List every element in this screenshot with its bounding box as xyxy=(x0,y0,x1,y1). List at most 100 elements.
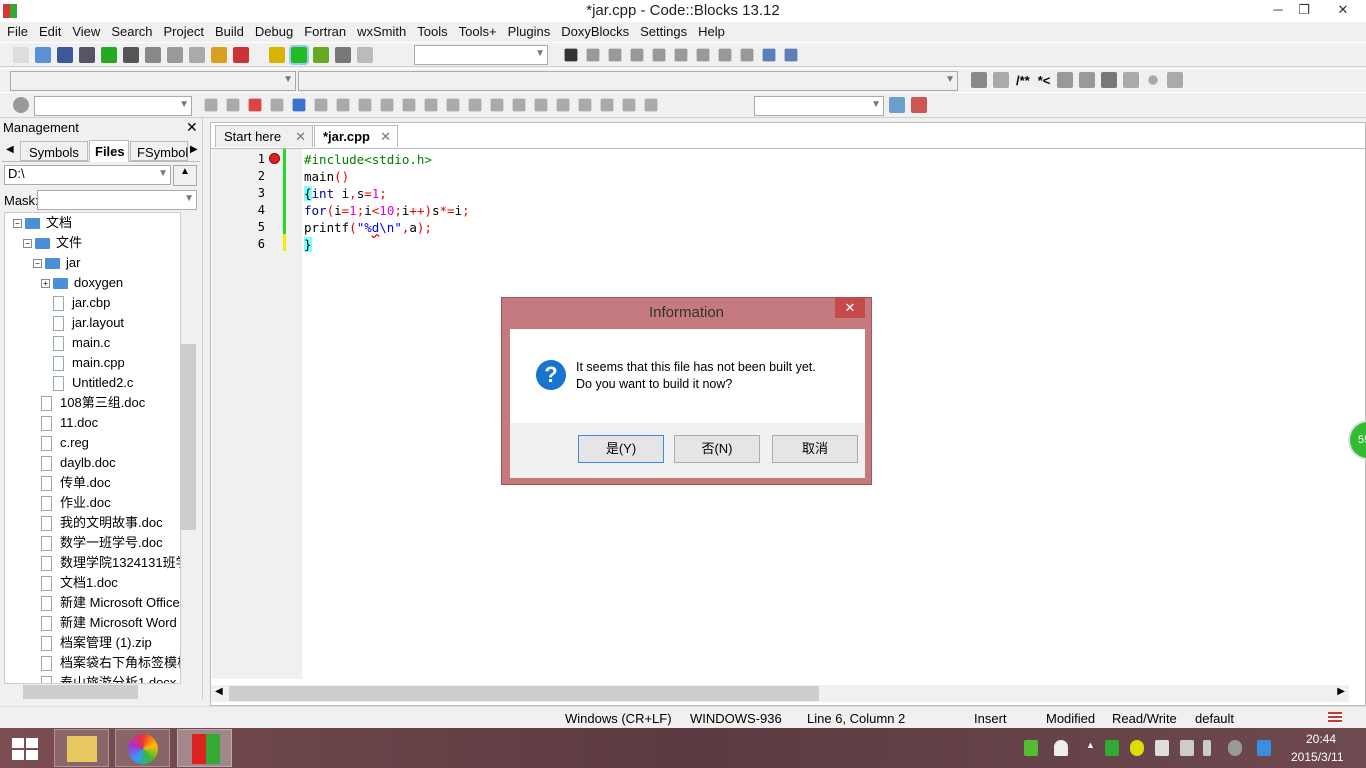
code-line-4[interactable]: for(i=1;i<10;i++)s*=i; xyxy=(304,202,470,219)
tree-item[interactable]: − jar xyxy=(33,253,80,273)
taskbar-file-explorer[interactable] xyxy=(54,729,109,767)
code-line-1[interactable]: #include<stdio.h> xyxy=(304,151,432,168)
text-image-icon[interactable] xyxy=(402,98,416,112)
rebuild-icon[interactable] xyxy=(335,47,351,63)
tab-files[interactable]: Files xyxy=(89,140,129,162)
build-target-select[interactable]: ▼ xyxy=(414,45,548,65)
zoom-out-icon[interactable] xyxy=(600,98,614,112)
shape-2-icon[interactable] xyxy=(534,98,548,112)
h-scrollbar-thumb[interactable] xyxy=(229,686,819,701)
layout-3-icon[interactable] xyxy=(468,98,482,112)
app-tray-icon[interactable] xyxy=(1257,740,1271,756)
menu-settings[interactable]: Settings xyxy=(636,22,694,42)
menu-edit[interactable]: Edit xyxy=(35,22,68,42)
menu-doxyblocks[interactable]: DoxyBlocks xyxy=(557,22,636,42)
tree-item[interactable]: 作业.doc xyxy=(41,493,111,513)
run-chm-icon[interactable] xyxy=(1079,72,1096,88)
code-line-5[interactable]: printf("%d\n",a); xyxy=(304,219,432,236)
tab-fsymbols[interactable]: FSymbol xyxy=(130,141,188,161)
selected-text-icon[interactable] xyxy=(270,98,284,112)
minimize-button[interactable]: ─ xyxy=(1264,0,1292,22)
config-icon[interactable] xyxy=(1101,72,1118,88)
new-file-icon[interactable] xyxy=(13,47,29,63)
clear-search-icon[interactable] xyxy=(13,97,29,113)
tree-item[interactable]: main.cpp xyxy=(53,353,125,373)
regex-icon[interactable] xyxy=(314,98,328,112)
next-line-icon[interactable] xyxy=(608,48,622,62)
dialog-close-button[interactable]: ✕ xyxy=(835,298,865,318)
expand-toggle-icon[interactable]: + xyxy=(41,279,50,289)
menu-build[interactable]: Build xyxy=(211,22,251,42)
copy-icon[interactable] xyxy=(167,47,183,63)
step-out-icon[interactable] xyxy=(652,48,666,62)
prev-bookmark-icon[interactable] xyxy=(1123,72,1140,88)
layout-1-icon[interactable] xyxy=(424,98,438,112)
usb-icon[interactable] xyxy=(1024,740,1038,756)
menu-project[interactable]: Project xyxy=(160,22,211,42)
volume-icon[interactable] xyxy=(1203,740,1211,756)
incremental-search-input[interactable]: ▼ xyxy=(34,96,192,116)
save-icon[interactable] xyxy=(57,47,73,63)
redo-icon[interactable] xyxy=(123,47,139,63)
rect-icon[interactable] xyxy=(358,98,372,112)
tab-start-here[interactable]: Start here ✕ xyxy=(215,125,313,147)
clock-time[interactable]: 20:44 xyxy=(1306,732,1336,746)
next-instruction-icon[interactable] xyxy=(674,48,688,62)
regex-select[interactable]: ▼ xyxy=(754,96,884,116)
start-button[interactable] xyxy=(12,738,38,760)
tab-jar-cpp[interactable]: *jar.cpp ✕ xyxy=(314,125,398,147)
language-flag-icon[interactable] xyxy=(1328,712,1342,723)
expand-toggle-icon[interactable]: − xyxy=(23,239,32,249)
cancel-button[interactable]: 取消 xyxy=(772,435,858,463)
tree-item[interactable]: − 文件 xyxy=(23,233,82,253)
tree-item[interactable]: 我的文明故事.doc xyxy=(41,513,163,533)
match-case-icon[interactable] xyxy=(292,98,306,112)
shape-1-icon[interactable] xyxy=(512,98,526,112)
menu-tools[interactable]: Tools xyxy=(413,22,454,42)
save-all-icon[interactable] xyxy=(79,47,95,63)
menu-search[interactable]: Search xyxy=(107,22,159,42)
tree-item[interactable]: jar.layout xyxy=(53,313,124,333)
editor-horizontal-scrollbar[interactable]: ◀ ▶ xyxy=(211,685,1349,702)
tree-item[interactable]: c.reg xyxy=(41,433,89,453)
code-line-2[interactable]: main() xyxy=(304,168,349,185)
doxy-wizard-icon[interactable] xyxy=(971,72,987,88)
tree-item[interactable]: 泰山旅游分析1.docx xyxy=(41,673,176,683)
tree-item[interactable]: − 文档 xyxy=(13,213,72,233)
tools-icon[interactable] xyxy=(911,97,927,113)
add-icon[interactable] xyxy=(1130,740,1144,756)
tree-item[interactable]: 档案袋右下角标签模板 xyxy=(41,653,180,673)
wifi-icon[interactable] xyxy=(1054,740,1068,756)
next-bookmark-icon[interactable] xyxy=(1167,72,1184,88)
scrollbar-thumb[interactable] xyxy=(181,344,196,530)
tab-scroll-right-icon[interactable]: ▶ xyxy=(190,144,198,155)
tree-item[interactable]: 数理学院1324131班学 xyxy=(41,553,180,573)
shape-3-icon[interactable] xyxy=(556,98,570,112)
scope-select[interactable]: ▼ xyxy=(10,71,296,91)
tree-item[interactable]: Untitled2.c xyxy=(53,373,133,393)
tree-item[interactable]: + doxygen xyxy=(41,273,123,293)
debug-run-icon[interactable] xyxy=(564,48,578,62)
step-into-icon[interactable] xyxy=(630,48,644,62)
undo-icon[interactable] xyxy=(101,47,117,63)
pointer-icon[interactable] xyxy=(336,98,350,112)
menu-view[interactable]: View xyxy=(68,22,107,42)
close-management-button[interactable]: ✕ xyxy=(186,119,198,136)
taskbar-codeblocks[interactable] xyxy=(177,729,232,767)
tab-scroll-left-icon[interactable]: ◀ xyxy=(6,144,14,155)
tab-symbols[interactable]: Symbols xyxy=(20,141,88,161)
tree-item[interactable]: 档案管理 (1).zip xyxy=(41,633,152,653)
tree-item[interactable]: 文档1.doc xyxy=(41,573,118,593)
tree-item[interactable]: main.c xyxy=(53,333,110,353)
stop-debug-icon[interactable] xyxy=(740,48,754,62)
menu-tools[interactable]: Tools+ xyxy=(455,22,504,42)
tree-item[interactable]: daylb.doc xyxy=(41,453,116,473)
h-scrollbar-thumb[interactable] xyxy=(23,685,138,699)
function-select[interactable]: ▼ xyxy=(298,71,958,91)
close-tab-icon[interactable]: ✕ xyxy=(380,129,391,145)
taskbar-browser[interactable] xyxy=(115,729,170,767)
go-back-icon[interactable] xyxy=(204,98,218,112)
menu-help[interactable]: Help xyxy=(694,22,732,42)
maximize-button[interactable]: ❐ xyxy=(1290,0,1318,22)
tree-vertical-scrollbar[interactable] xyxy=(180,212,197,684)
